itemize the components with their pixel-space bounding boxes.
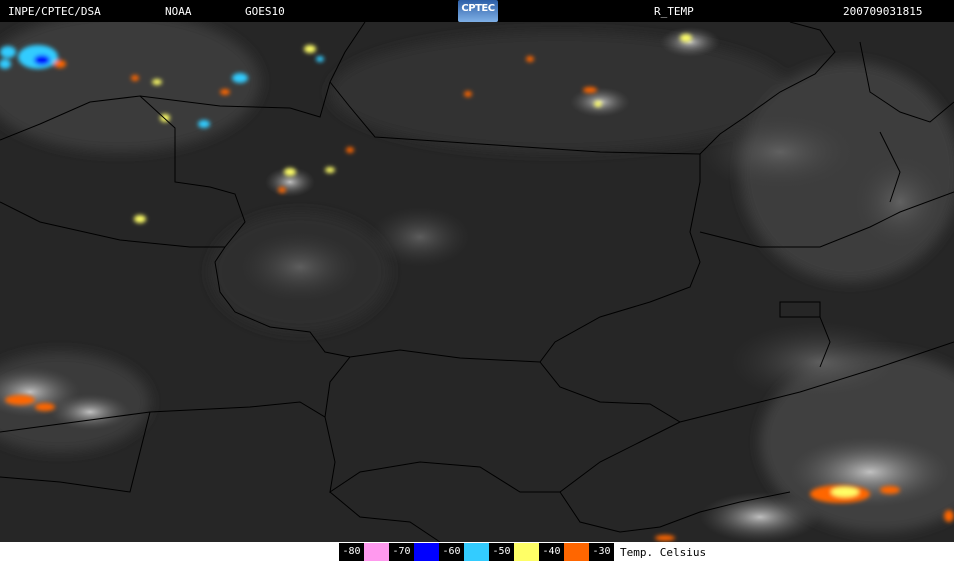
legend-color-swatch	[464, 543, 489, 561]
legend-unit-label: Temp. Celsius	[620, 546, 707, 559]
legend-value-label: -30	[589, 543, 614, 561]
satellite-image	[0, 22, 954, 542]
legend-color-swatch	[414, 543, 439, 561]
legend-value-label: -40	[539, 543, 564, 561]
agency-label: NOAA	[165, 5, 192, 18]
logo-text: CPTEC	[461, 3, 495, 14]
legend-color-swatch	[364, 543, 389, 561]
legend-value-label: -50	[489, 543, 514, 561]
header-bar: INPE/CPTEC/DSA NOAA GOES10 CPTEC R_TEMP …	[0, 0, 954, 22]
timestamp-label: 200709031815	[843, 5, 923, 18]
legend-color-swatch	[564, 543, 589, 561]
legend-value-label: -70	[389, 543, 414, 561]
satellite-label: GOES10	[245, 5, 285, 18]
cptec-logo: CPTEC	[458, 0, 498, 22]
temperature-legend: -80 -70 -60 -50 -40 -30 Temp. Celsius	[0, 542, 954, 562]
legend-color-swatch	[514, 543, 539, 561]
legend-value-label: -60	[439, 543, 464, 561]
source-label: INPE/CPTEC/DSA	[8, 5, 101, 18]
legend-value-label: -80	[339, 543, 364, 561]
legend-scale: -80 -70 -60 -50 -40 -30	[339, 543, 614, 561]
product-label: R_TEMP	[654, 5, 694, 18]
